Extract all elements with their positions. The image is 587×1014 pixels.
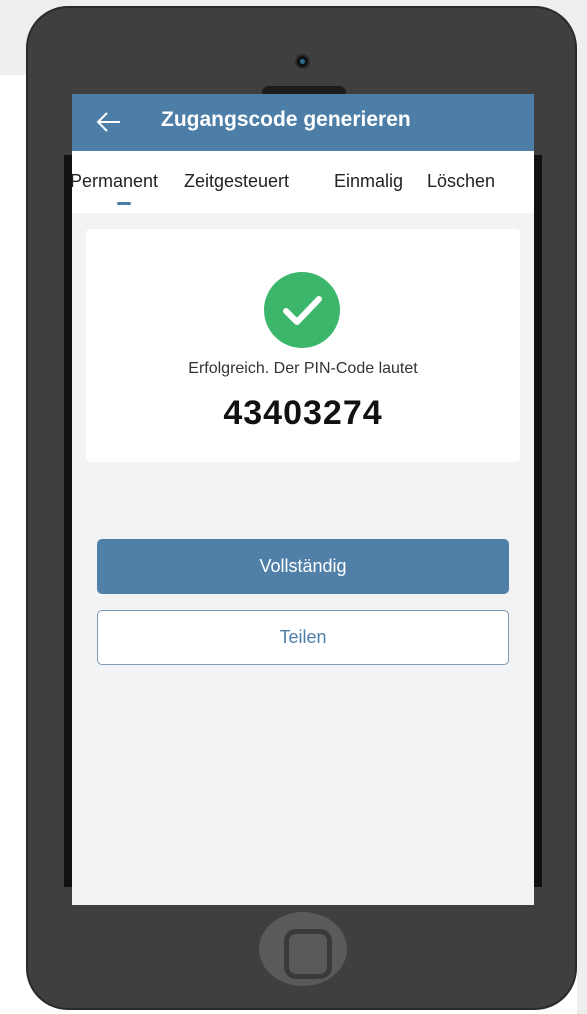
check-circle-icon	[264, 272, 340, 348]
tab-permanent[interactable]: Permanent	[72, 171, 158, 192]
page-background-right	[577, 0, 587, 1014]
page-title: Zugangscode generieren	[161, 108, 411, 131]
screen-bezel-right	[534, 155, 542, 887]
tab-loeschen[interactable]: Löschen	[427, 171, 495, 192]
tab-bar: Permanent Zeitgesteuert Einmalig Löschen	[72, 151, 534, 213]
pin-code: 43403274	[223, 394, 383, 432]
app-screen: Zugangscode generieren Permanent Zeitges…	[72, 94, 534, 905]
success-message: Erfolgreich. Der PIN-Code lautet	[188, 360, 418, 377]
tab-zeitgesteuert[interactable]: Zeitgesteuert	[184, 171, 289, 192]
share-button[interactable]: Teilen	[97, 610, 509, 665]
app-bar: Zugangscode generieren	[72, 94, 534, 151]
active-tab-indicator	[117, 202, 131, 205]
back-arrow-icon[interactable]	[94, 107, 124, 137]
complete-button[interactable]: Vollständig	[97, 539, 509, 594]
screen-bezel-left	[64, 155, 72, 887]
arrow-left-icon	[96, 112, 120, 132]
tab-einmalig[interactable]: Einmalig	[334, 171, 403, 192]
checkmark-icon	[283, 296, 322, 325]
camera-icon	[297, 56, 308, 67]
home-button[interactable]	[259, 912, 347, 986]
